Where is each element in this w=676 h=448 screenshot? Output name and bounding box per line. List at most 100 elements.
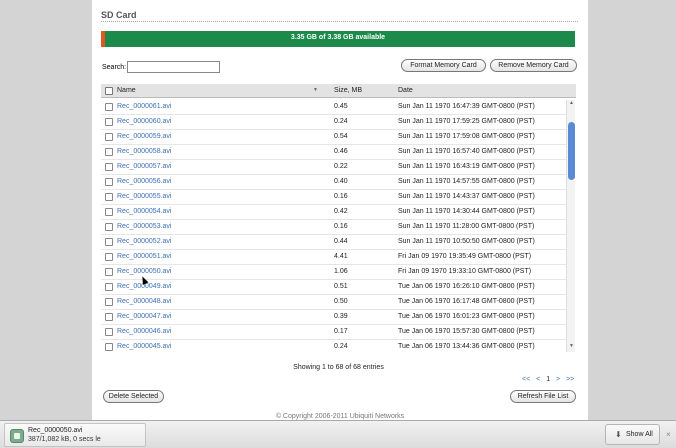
table-scrollbar[interactable]: ▲ ▼ bbox=[566, 100, 575, 352]
download-file-name: Rec_0000050.avi bbox=[28, 427, 83, 434]
file-name-link[interactable]: Rec_0000045.avi bbox=[117, 343, 172, 350]
table-row[interactable]: Rec_0000059.avi 0.54 Sun Jan 11 1970 17:59… bbox=[101, 130, 566, 145]
entries-info: Showing 1 to 68 of 68 entries bbox=[293, 364, 384, 371]
file-name-link[interactable]: Rec_0000061.avi bbox=[117, 103, 172, 110]
table-row[interactable]: Rec_0000057.avi 0.22 Sun Jan 11 1970 16:43… bbox=[101, 160, 566, 175]
file-size: 0.50 bbox=[334, 298, 348, 305]
file-size: 0.44 bbox=[334, 238, 348, 245]
close-icon[interactable]: × bbox=[666, 430, 671, 439]
row-checkbox[interactable] bbox=[105, 148, 113, 156]
page-title: SD Card bbox=[101, 10, 137, 20]
show-all-downloads-button[interactable]: ⬇ Show All bbox=[605, 424, 660, 445]
table-row[interactable]: Rec_0000055.avi 0.16 Sun Jan 11 1970 14:43… bbox=[101, 190, 566, 205]
table-row[interactable]: Rec_0000047.avi 0.39 Tue Jan 06 1970 16:01… bbox=[101, 310, 566, 325]
table-row[interactable]: Rec_0000056.avi 0.40 Sun Jan 11 1970 14:57… bbox=[101, 175, 566, 190]
row-checkbox[interactable] bbox=[105, 238, 113, 246]
file-size: 0.17 bbox=[334, 328, 348, 335]
file-name-link[interactable]: Rec_0000054.avi bbox=[117, 208, 172, 215]
file-name-link[interactable]: Rec_0000048.avi bbox=[117, 298, 172, 305]
pager-next[interactable]: > bbox=[556, 376, 560, 383]
file-name-link[interactable]: Rec_0000056.avi bbox=[117, 178, 172, 185]
row-checkbox[interactable] bbox=[105, 133, 113, 141]
file-size: 0.22 bbox=[334, 163, 348, 170]
file-size: 0.45 bbox=[334, 103, 348, 110]
file-date: Fri Jan 09 1970 19:35:49 GMT-0800 (PST) bbox=[398, 253, 532, 260]
table-row[interactable]: Rec_0000048.avi 0.50 Tue Jan 06 1970 16:17… bbox=[101, 295, 566, 310]
table-row[interactable]: Rec_0000051.avi 4.41 Fri Jan 09 1970 19:35… bbox=[101, 250, 566, 265]
table-row[interactable]: Rec_0000046.avi 0.17 Tue Jan 06 1970 15:57… bbox=[101, 325, 566, 340]
capacity-text: 3.35 GB of 3.38 GB available bbox=[290, 34, 386, 41]
row-checkbox[interactable] bbox=[105, 328, 113, 336]
file-date: Fri Jan 09 1970 19:33:10 GMT-0800 (PST) bbox=[398, 268, 532, 275]
copyright-text: © Copyright 2006-2011 Ubiquiti Networks bbox=[275, 413, 405, 420]
scroll-thumb[interactable] bbox=[568, 122, 575, 180]
file-name-link[interactable]: Rec_0000059.avi bbox=[117, 133, 172, 140]
table-row[interactable]: Rec_0000058.avi 0.46 Sun Jan 11 1970 16:57… bbox=[101, 145, 566, 160]
refresh-file-list-button[interactable]: Refresh File List bbox=[510, 390, 576, 403]
file-name-link[interactable]: Rec_0000060.avi bbox=[117, 118, 172, 125]
column-header-name[interactable]: Name bbox=[117, 87, 136, 94]
table-row[interactable]: Rec_0000060.avi 0.24 Sun Jan 11 1970 17:59… bbox=[101, 115, 566, 130]
file-name-link[interactable]: Rec_0000047.avi bbox=[117, 313, 172, 320]
row-checkbox[interactable] bbox=[105, 298, 113, 306]
row-checkbox[interactable] bbox=[105, 223, 113, 231]
pager-first[interactable]: << bbox=[522, 376, 530, 383]
file-name-link[interactable]: Rec_0000050.avi bbox=[117, 268, 172, 275]
scroll-down-arrow-icon[interactable]: ▼ bbox=[568, 343, 575, 352]
file-name-link[interactable]: Rec_0000058.avi bbox=[117, 148, 172, 155]
file-size: 0.16 bbox=[334, 223, 348, 230]
file-name-link[interactable]: Rec_0000046.avi bbox=[117, 328, 172, 335]
row-checkbox[interactable] bbox=[105, 343, 113, 351]
download-item[interactable]: Rec_0000050.avi 387/1,082 kB, 0 secs le bbox=[4, 423, 146, 447]
row-checkbox[interactable] bbox=[105, 163, 113, 171]
select-all-checkbox[interactable] bbox=[105, 87, 113, 95]
file-size: 4.41 bbox=[334, 253, 348, 260]
table-row[interactable]: Rec_0000045.avi 0.24 Tue Jan 06 1970 13:44… bbox=[101, 340, 566, 352]
pager-current: 1 bbox=[546, 376, 551, 383]
file-date: Sun Jan 11 1970 14:30:44 GMT-0800 (PST) bbox=[398, 208, 535, 215]
remove-memory-card-button[interactable]: Remove Memory Card bbox=[490, 59, 577, 72]
scroll-up-arrow-icon[interactable]: ▲ bbox=[568, 100, 575, 109]
file-size: 0.24 bbox=[334, 343, 348, 350]
file-name-link[interactable]: Rec_0000053.avi bbox=[117, 223, 172, 230]
column-header-size[interactable]: Size, MB bbox=[334, 87, 362, 94]
delete-selected-button[interactable]: Delete Selected bbox=[103, 390, 164, 403]
pager-last[interactable]: >> bbox=[566, 376, 574, 383]
file-name-link[interactable]: Rec_0000055.avi bbox=[117, 193, 172, 200]
search-input[interactable] bbox=[127, 61, 220, 73]
column-header-date[interactable]: Date bbox=[398, 87, 413, 94]
row-checkbox[interactable] bbox=[105, 103, 113, 111]
row-checkbox[interactable] bbox=[105, 118, 113, 126]
file-name-link[interactable]: Rec_0000057.avi bbox=[117, 163, 172, 170]
file-date: Sun Jan 11 1970 14:43:37 GMT-0800 (PST) bbox=[398, 193, 535, 200]
table-row[interactable]: Rec_0000061.avi 0.45 Sun Jan 11 1970 16:47… bbox=[101, 100, 566, 115]
file-name-link[interactable]: Rec_0000051.avi bbox=[117, 253, 172, 260]
row-checkbox[interactable] bbox=[105, 283, 113, 291]
row-checkbox[interactable] bbox=[105, 193, 113, 201]
file-date: Sun Jan 11 1970 16:43:19 GMT-0800 (PST) bbox=[398, 163, 535, 170]
table-row[interactable]: Rec_0000053.avi 0.16 Sun Jan 11 1970 11:28… bbox=[101, 220, 566, 235]
file-table-body: Rec_0000061.avi 0.45 Sun Jan 11 1970 16:47… bbox=[101, 100, 566, 352]
file-date: Tue Jan 06 1970 13:44:36 GMT-0800 (PST) bbox=[398, 343, 535, 350]
file-date: Sun Jan 11 1970 16:57:40 GMT-0800 (PST) bbox=[398, 148, 535, 155]
row-checkbox[interactable] bbox=[105, 268, 113, 276]
table-row[interactable]: Rec_0000050.avi 1.06 Fri Jan 09 1970 19:33… bbox=[101, 265, 566, 280]
format-memory-card-button[interactable]: Format Memory Card bbox=[401, 59, 486, 72]
table-row[interactable]: Rec_0000049.avi 0.51 Tue Jan 06 1970 16:26… bbox=[101, 280, 566, 295]
table-row[interactable]: Rec_0000052.avi 0.44 Sun Jan 11 1970 10:50… bbox=[101, 235, 566, 250]
capacity-bar: 3.35 GB of 3.38 GB available bbox=[101, 31, 575, 47]
download-arrow-icon: ⬇ bbox=[615, 430, 622, 439]
file-name-link[interactable]: Rec_0000052.avi bbox=[117, 238, 172, 245]
file-size: 0.39 bbox=[334, 313, 348, 320]
search-label: Search: bbox=[102, 64, 127, 71]
file-size: 0.42 bbox=[334, 208, 348, 215]
row-checkbox[interactable] bbox=[105, 253, 113, 261]
row-checkbox[interactable] bbox=[105, 313, 113, 321]
row-checkbox[interactable] bbox=[105, 208, 113, 216]
pager-prev[interactable]: < bbox=[536, 376, 540, 383]
file-date: Sun Jan 11 1970 14:57:55 GMT-0800 (PST) bbox=[398, 178, 535, 185]
show-all-label: Show All bbox=[626, 431, 653, 438]
pagination: << < 1 > >> bbox=[520, 376, 576, 383]
row-checkbox[interactable] bbox=[105, 178, 113, 186]
table-row[interactable]: Rec_0000054.avi 0.42 Sun Jan 11 1970 14:30… bbox=[101, 205, 566, 220]
